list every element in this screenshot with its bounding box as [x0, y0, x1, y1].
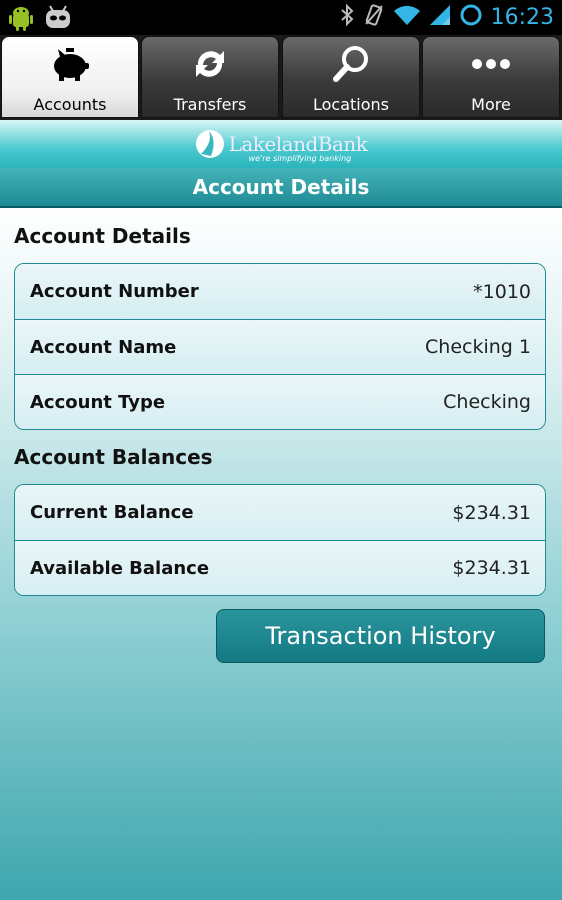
logo-mark-icon: [195, 130, 224, 158]
row-label: Account Name: [30, 336, 177, 358]
tab-label: Transfers: [173, 95, 247, 114]
brand-banner: LakelandBank we're simplifying banking: [0, 120, 562, 168]
android-icon: [8, 4, 34, 36]
sync-icon: [459, 3, 483, 31]
account-type-row: Account Type Checking: [15, 374, 545, 429]
row-label: Current Balance: [30, 502, 194, 523]
account-name-row: Account Name Checking 1: [15, 319, 545, 374]
wifi-icon: [393, 4, 421, 30]
cyanogen-icon: [44, 4, 72, 36]
tab-label: Accounts: [33, 95, 107, 114]
available-balance-row: Available Balance $234.31: [15, 540, 545, 595]
account-balances-heading: Account Balances: [14, 445, 213, 469]
brand-name: LakelandBank: [228, 132, 368, 156]
row-value: Checking 1: [425, 336, 531, 358]
search-icon: [283, 43, 419, 85]
account-details-heading: Account Details: [14, 224, 191, 248]
page-title: Account Details: [0, 168, 562, 208]
vibrate-icon: [363, 3, 385, 31]
tab-accounts[interactable]: Accounts: [1, 36, 139, 118]
status-time: 16:23: [490, 4, 554, 30]
signal-icon: [429, 4, 451, 30]
content-area: Account Details Account Number *1010 Acc…: [0, 208, 562, 900]
tab-bar: Accounts Transfers Locations More: [0, 35, 562, 120]
tab-locations[interactable]: Locations: [282, 36, 420, 118]
tab-label: More: [471, 95, 511, 114]
account-details-card: Account Number *1010 Account Name Checki…: [14, 263, 546, 430]
tab-label: Locations: [312, 95, 389, 114]
tab-more[interactable]: More: [422, 36, 560, 118]
row-label: Account Type: [30, 391, 166, 413]
row-value: Checking: [443, 391, 531, 413]
brand-tagline: we're simplifying banking: [248, 154, 352, 163]
current-balance-row: Current Balance $234.31: [15, 485, 545, 540]
row-label: Account Number: [30, 281, 199, 302]
more-dots-icon: [423, 43, 559, 85]
piggy-bank-icon: [2, 43, 138, 85]
tab-transfers[interactable]: Transfers: [141, 36, 279, 118]
transaction-history-button[interactable]: Transaction History: [216, 609, 545, 663]
row-value: $234.31: [452, 557, 531, 579]
transfer-arrows-icon: [142, 43, 278, 85]
status-bar: 16:23: [0, 0, 562, 35]
bluetooth-icon: [339, 3, 355, 31]
row-value: $234.31: [452, 501, 531, 524]
lakeland-bank-logo: LakelandBank we're simplifying banking: [195, 128, 368, 163]
account-balances-card: Current Balance $234.31 Available Balanc…: [14, 484, 546, 596]
account-number-row: Account Number *1010: [15, 264, 545, 319]
row-label: Available Balance: [30, 557, 210, 579]
row-value: *1010: [473, 280, 531, 303]
